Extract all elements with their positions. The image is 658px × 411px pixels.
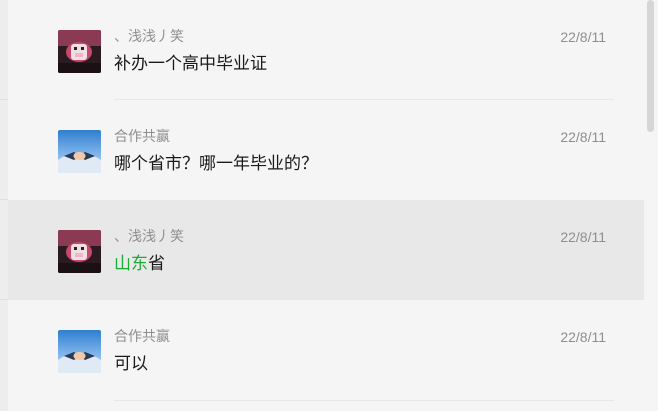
message-item[interactable]: 合作共赢 22/8/11 可以 — [8, 300, 644, 401]
message-item[interactable]: 、浅浅丿笑 22/8/11 补办一个高中毕业证 — [8, 0, 644, 100]
avatar[interactable] — [58, 330, 101, 373]
message-item[interactable]: 合作共赢 22/8/11 哪个省市？哪一年毕业的？ — [8, 100, 644, 200]
message-date: 22/8/11 — [560, 29, 606, 45]
highlighted-keyword: 山东 — [114, 254, 148, 274]
anime-character-avatar-icon — [58, 230, 101, 273]
message-text: 山东省 — [114, 252, 165, 276]
message-list: 、浅浅丿笑 22/8/11 补办一个高中毕业证 合作共赢 22/8/11 哪个省… — [8, 0, 644, 401]
handshake-avatar-icon — [58, 330, 101, 373]
sender-name: 、浅浅丿笑 — [114, 229, 184, 245]
message-text: 可以 — [114, 354, 148, 374]
avatar[interactable] — [58, 30, 101, 73]
sender-name: 合作共赢 — [114, 129, 170, 145]
left-panel-edge — [0, 0, 8, 411]
message-date: 22/8/11 — [560, 229, 606, 245]
avatar[interactable] — [58, 230, 101, 273]
handshake-avatar-icon — [58, 130, 101, 173]
message-text-rest: 省 — [148, 254, 165, 274]
divider — [114, 400, 614, 401]
message-date: 22/8/11 — [560, 129, 606, 145]
anime-character-avatar-icon — [58, 30, 101, 73]
message-item-selected[interactable]: 、浅浅丿笑 22/8/11 山东省 — [8, 200, 644, 300]
avatar[interactable] — [58, 130, 101, 173]
message-date: 22/8/11 — [560, 329, 606, 345]
scrollbar-thumb[interactable] — [647, 0, 654, 132]
message-text: 哪个省市？哪一年毕业的？ — [114, 154, 318, 174]
sender-name: 、浅浅丿笑 — [114, 29, 184, 45]
sender-name: 合作共赢 — [114, 329, 170, 345]
message-text: 补办一个高中毕业证 — [114, 54, 267, 74]
